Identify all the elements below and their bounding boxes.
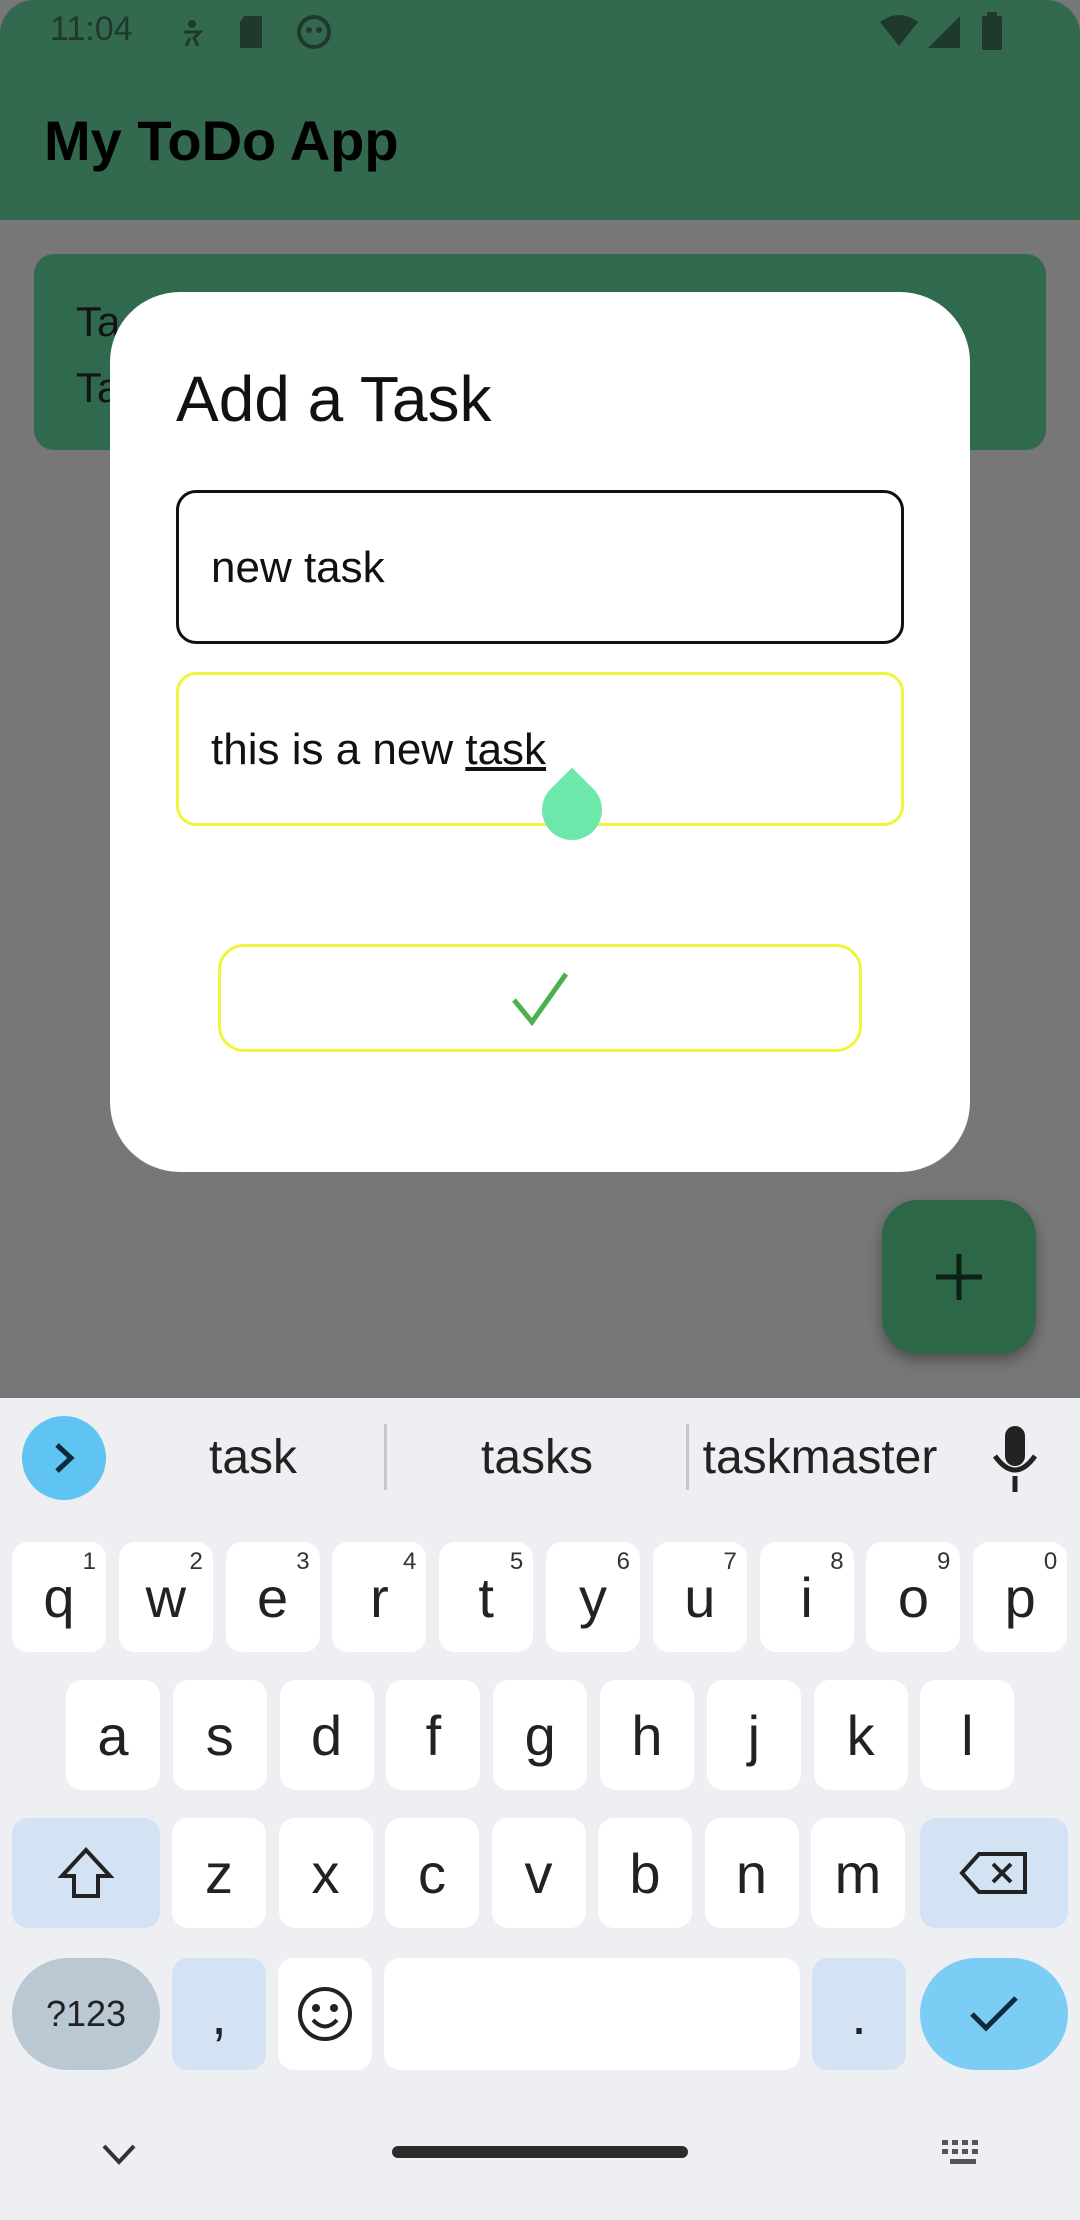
check-icon [970,1996,1018,2032]
key-x[interactable]: x [278,1818,373,1928]
task-title-input[interactable]: new task [176,490,904,644]
soft-keyboard [0,1398,1080,2220]
key-m[interactable]: m [811,1818,905,1928]
app-title: My ToDo App [44,109,399,172]
key-label: o [897,1565,929,1629]
key-hint: 2 [189,1548,203,1575]
key-g[interactable]: g [493,1680,588,1790]
comma-key[interactable]: , [172,1958,266,2070]
enter-key[interactable] [920,1958,1068,2070]
key-e[interactable]: e3 [225,1542,320,1652]
home-indicator[interactable] [392,2146,688,2158]
backspace-key[interactable] [920,1818,1068,1928]
key-j[interactable]: j [706,1680,801,1790]
shift-icon [58,1847,114,1898]
backspace-icon [959,1852,1027,1894]
dialog-title: Add a Task [176,363,492,435]
cellular-signal-icon [928,16,960,48]
key-p[interactable]: p0 [973,1542,1068,1652]
key-a[interactable]: a [66,1680,160,1790]
key-label: p [1004,1565,1036,1629]
add-task-fab[interactable] [882,1200,1036,1354]
key-hint: 8 [830,1548,844,1575]
key-h[interactable]: h [600,1680,694,1790]
suggestion-taskmaster[interactable]: taskmaster [700,1430,940,1485]
key-hint: 9 [937,1548,951,1575]
key-hint: 1 [82,1548,96,1575]
keyboard-expand-button[interactable] [22,1416,106,1500]
key-b[interactable]: b [598,1818,692,1928]
key-label: r [370,1565,389,1629]
composing-word: task [465,725,547,774]
key-hint: 7 [723,1548,737,1575]
key-label: w [145,1565,187,1629]
plus-icon [936,1254,982,1300]
suggestion-task[interactable]: task [176,1430,330,1485]
key-s[interactable]: s [172,1680,267,1790]
key-c[interactable]: c [385,1818,479,1928]
key-y[interactable]: y6 [546,1542,640,1652]
wifi-icon [880,15,918,46]
check-icon [512,972,569,1026]
key-o[interactable]: o9 [866,1542,961,1652]
key-label: i [800,1565,813,1629]
key-label: u [684,1565,716,1629]
key-hint: 0 [1043,1548,1058,1575]
key-hint: 6 [616,1548,630,1575]
suggestion-divider [686,1424,689,1490]
symbols-key[interactable]: ?123 [12,1958,160,2070]
status-time: 11:04 [50,10,133,48]
period-key[interactable]: . [812,1958,906,2070]
suggestion-tasks[interactable]: tasks [432,1430,642,1485]
app-notification-icon [297,15,331,49]
key-label: t [478,1565,494,1629]
key-q[interactable]: q1 [12,1542,106,1652]
key-n[interactable]: n [704,1818,799,1928]
key-w[interactable]: w2 [118,1542,213,1652]
emoji-icon [298,1987,352,2041]
key-hint: 5 [509,1548,524,1575]
key-u[interactable]: u7 [652,1542,747,1652]
task-description-input[interactable]: this is a new task [176,672,904,826]
key-r[interactable]: r4 [332,1542,427,1652]
keyboard-switch-icon[interactable] [940,2138,986,2170]
key-label: q [43,1565,75,1629]
key-v[interactable]: v [491,1818,586,1928]
key-l[interactable]: l [920,1680,1015,1790]
key-hint: 4 [403,1548,417,1575]
task-title-value: new task [211,543,385,592]
key-z[interactable]: z [172,1818,266,1928]
shift-key[interactable] [12,1818,160,1928]
suggestion-divider [384,1424,387,1490]
microphone-icon[interactable] [990,1424,1040,1494]
emoji-key[interactable] [278,1958,372,2070]
key-f[interactable]: f [386,1680,481,1790]
chevron-right-icon [55,1443,75,1473]
key-t[interactable]: t5 [439,1542,534,1652]
key-k[interactable]: k [813,1680,908,1790]
key-label: y [579,1565,607,1629]
battery-icon [982,12,1002,50]
key-label: e [257,1565,289,1629]
key-hint: 3 [296,1548,310,1575]
key-d[interactable]: d [279,1680,374,1790]
key-i[interactable]: i8 [759,1542,854,1652]
confirm-add-button[interactable] [218,944,862,1052]
keyboard-collapse-icon[interactable] [96,2134,142,2174]
accessibility-icon [184,20,204,47]
sd-card-icon [240,16,262,48]
description-text: this is a new [211,725,466,774]
space-key[interactable] [384,1958,800,2070]
task-description-value: this is a new task [211,725,546,775]
